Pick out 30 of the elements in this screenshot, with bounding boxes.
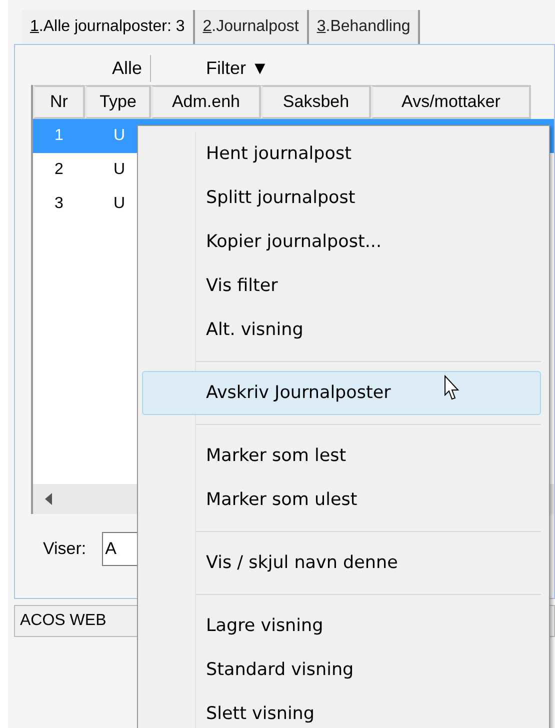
tab[interactable]: 3.Behandling	[308, 10, 420, 44]
mouse-pointer-icon	[444, 375, 460, 401]
table-cell-text: 1	[54, 126, 64, 146]
scroll-left-icon[interactable]	[45, 493, 53, 505]
table-cell-text: U	[112, 160, 125, 180]
tab[interactable]: 2.Journalpost	[194, 10, 309, 44]
column-header[interactable]: Adm.enh	[151, 85, 261, 119]
column-header[interactable]: Nr	[33, 85, 85, 119]
filter-dropdown[interactable]: Filter ▼	[151, 54, 269, 82]
tab[interactable]: 1.Alle journalposter: 3	[22, 10, 195, 44]
table-cell-text: U	[112, 126, 125, 146]
menu-item[interactable]: Vis filter	[196, 264, 541, 308]
table-cell-text: 3	[54, 194, 64, 214]
menu-item[interactable]: Slett visning	[196, 692, 541, 728]
menu-item[interactable]: Marker som lest	[196, 434, 541, 478]
menu-item[interactable]: Vis / skjul navn denne	[196, 541, 541, 585]
column-header[interactable]: Type	[85, 85, 151, 119]
column-header[interactable]: Avs/mottaker	[371, 85, 531, 119]
menu-item[interactable]: Splitt journalpost	[196, 176, 541, 220]
menu-item[interactable]: Avskriv Journalposter	[142, 371, 541, 415]
menu-item[interactable]: Standard visning	[196, 648, 541, 692]
table-cell-text: U	[112, 194, 125, 214]
group-header: Alle	[31, 54, 151, 82]
table-cell-text: 2	[54, 160, 64, 180]
menu-item[interactable]: Kopier journalpost...	[196, 220, 541, 264]
menu-item[interactable]: Hent journalpost	[196, 132, 541, 176]
column-header[interactable]: Saksbeh	[261, 85, 371, 119]
viser-label: Viser:	[43, 538, 86, 560]
menu-item[interactable]: Alt. visning	[196, 308, 541, 352]
menu-item[interactable]: Marker som ulest	[196, 478, 541, 522]
